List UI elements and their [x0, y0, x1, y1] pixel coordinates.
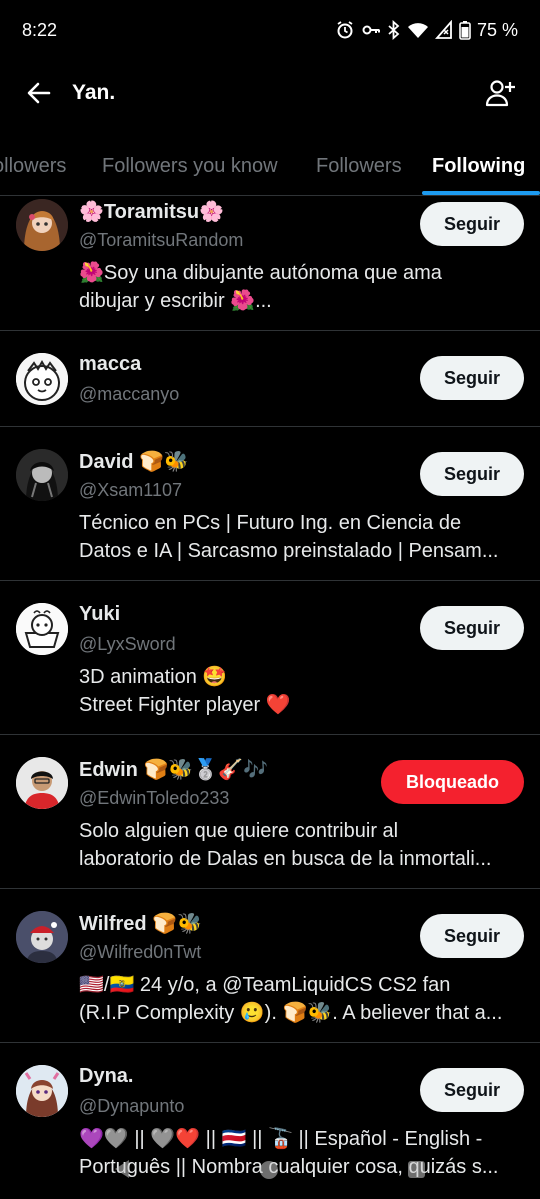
user-handle: @EdwinToledo233 — [79, 788, 230, 808]
user-row[interactable]: David 🍞🐝 @Xsam1107 Seguir Técnico en PCs… — [0, 427, 540, 581]
user-name[interactable]: Dyna. — [79, 1065, 133, 1088]
page-title: Yan. — [72, 81, 116, 104]
bio-line: Street Fighter player ❤️ — [79, 694, 291, 716]
user-row[interactable]: Wilfred 🍞🐝 @Wilfred0nTwt Seguir 🇺🇸/🇪🇨 24… — [0, 889, 540, 1043]
tab-bar: ollowers Followers you know Followers Fo… — [0, 140, 540, 196]
user-bio: 🇺🇸/🇪🇨 24 y/o, a @TeamLiquidCS CS2 fan (R… — [79, 971, 519, 1027]
tab-verified-followers[interactable]: ollowers — [0, 140, 66, 195]
bio-line: laboratorio de Dalas en busca de la inmo… — [79, 848, 492, 870]
bio-line: Solo alguien que quiere contribuir al — [79, 820, 399, 842]
battery-icon — [459, 21, 471, 40]
bluetooth-icon — [388, 20, 400, 40]
bio-line: Técnico en PCs | Futuro Ing. en Ciencia … — [79, 512, 462, 534]
wifi-icon — [407, 23, 428, 38]
user-name[interactable]: Edwin 🍞🐝🥈🎸🎶 — [79, 757, 268, 782]
arrow-left-icon — [27, 82, 51, 104]
user-name[interactable]: Yuki — [79, 603, 120, 626]
cell-signal-icon — [434, 20, 452, 39]
follow-button[interactable]: Seguir — [420, 356, 524, 400]
user-name[interactable]: 🌸Toramitsu🌸 — [79, 199, 224, 224]
key-icon — [362, 25, 380, 35]
bio-line: 🇺🇸/🇪🇨 24 y/o, a @TeamLiquidCS CS2 fan — [79, 974, 451, 996]
user-name[interactable]: Wilfred 🍞🐝 — [79, 911, 202, 936]
user-bio: Técnico en PCs | Futuro Ing. en Ciencia … — [79, 509, 519, 565]
user-row[interactable]: macca @maccanyo Seguir — [0, 331, 540, 427]
add-user-button[interactable] — [482, 75, 518, 111]
follow-button[interactable]: Seguir — [420, 914, 524, 958]
following-list: 🌸Toramitsu🌸 @ToramitsuRandom Seguir 🌺Soy… — [0, 196, 540, 1199]
bio-line: 🌺Soy una dibujante autónoma que ama — [79, 262, 442, 284]
status-bar: 8:22 75 % — [0, 0, 540, 60]
alarm-icon — [337, 21, 353, 39]
user-bio: Solo alguien que quiere contribuir al la… — [79, 817, 519, 873]
bio-line: 3D animation 🤩 — [79, 666, 228, 688]
bio-line: (R.I.P Complexity 🥲). 🍞🐝. A believer tha… — [79, 1002, 503, 1024]
user-handle: @LyxSword — [79, 634, 176, 654]
add-user-icon — [485, 80, 515, 107]
bio-line: dibujar y escribir 🌺... — [79, 290, 272, 312]
user-row[interactable]: Edwin 🍞🐝🥈🎸🎶 @EdwinToledo233 Bloqueado So… — [0, 735, 540, 889]
follow-button[interactable]: Seguir — [420, 452, 524, 496]
follow-button[interactable]: Seguir — [420, 606, 524, 650]
user-handle: @ToramitsuRandom — [79, 230, 244, 250]
avatar[interactable] — [16, 757, 68, 809]
user-handle: @Dynapunto — [79, 1096, 185, 1116]
tab-followers[interactable]: Followers — [316, 140, 402, 195]
status-icons: 75 % — [335, 20, 518, 41]
user-handle: @Xsam1107 — [79, 480, 182, 500]
battery-percent: 75 % — [476, 19, 518, 40]
back-button[interactable] — [22, 76, 56, 110]
status-time: 8:22 — [22, 19, 58, 40]
user-name[interactable]: macca — [79, 353, 141, 376]
avatar[interactable] — [16, 911, 68, 963]
active-tab-indicator — [422, 191, 540, 195]
user-handle: @Wilfred0nTwt — [79, 942, 202, 962]
user-bio: 3D animation 🤩 Street Fighter player ❤️ — [79, 663, 519, 719]
follow-button[interactable]: Seguir — [420, 1068, 524, 1112]
header: Yan. — [0, 60, 540, 126]
bio-line: 💜🩶 || 🩶❤️ || 🇨🇷 || 🚡 || Español - Englis… — [79, 1128, 483, 1150]
tab-following[interactable]: Following — [432, 140, 525, 195]
tab-followers-you-know[interactable]: Followers you know — [102, 140, 278, 195]
follow-button[interactable]: Seguir — [420, 202, 524, 246]
user-row[interactable]: Yuki @LyxSword Seguir 3D animation 🤩 Str… — [0, 581, 540, 735]
avatar[interactable] — [16, 353, 68, 405]
user-row[interactable]: 🌸Toramitsu🌸 @ToramitsuRandom Seguir 🌺Soy… — [0, 196, 540, 331]
user-bio: 💜🩶 || 🩶❤️ || 🇨🇷 || 🚡 || Español - Englis… — [79, 1125, 519, 1181]
user-row[interactable]: Dyna. @Dynapunto Seguir 💜🩶 || 🩶❤️ || 🇨🇷 … — [0, 1043, 540, 1197]
bio-line: Datos e IA | Sarcasmo preinstalado | Pen… — [79, 540, 499, 562]
bio-line: Português || Nombra cualquier cosa, quiz… — [79, 1156, 499, 1178]
user-handle: @maccanyo — [79, 384, 180, 404]
user-name[interactable]: David 🍞🐝 — [79, 449, 189, 474]
blocked-button[interactable]: Bloqueado — [381, 760, 524, 804]
avatar[interactable] — [16, 603, 68, 655]
avatar[interactable] — [16, 199, 68, 251]
user-bio: 🌺Soy una dibujante autónoma que ama dibu… — [79, 259, 519, 315]
avatar[interactable] — [16, 1065, 68, 1117]
avatar[interactable] — [16, 449, 68, 501]
